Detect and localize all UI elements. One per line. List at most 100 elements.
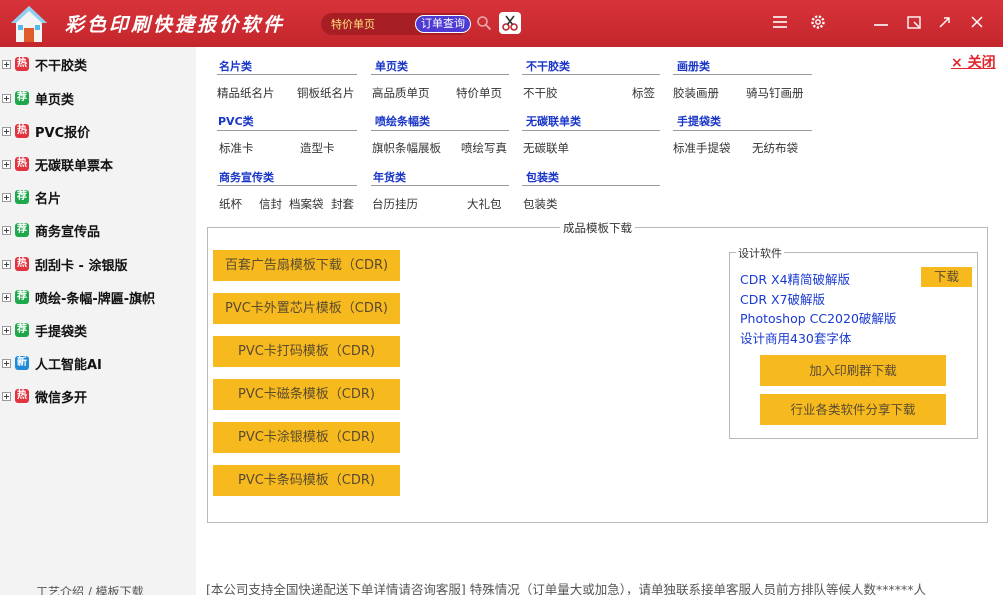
- expand-icon[interactable]: [935, 12, 955, 32]
- template-download-button[interactable]: PVC卡磁条模板（CDR): [213, 379, 400, 410]
- category-divider: [522, 74, 660, 75]
- category-link[interactable]: 标准手提袋: [673, 140, 731, 156]
- home-logo-icon: [11, 6, 47, 42]
- sidebar-item-label: 刮刮卡 - 涂银版: [35, 258, 128, 274]
- expand-toggle-icon[interactable]: [2, 358, 11, 368]
- template-download-button[interactable]: 百套广告扇模板下载（CDR): [213, 250, 400, 281]
- category-link[interactable]: 造型卡: [300, 140, 335, 156]
- category-heading: 商务宣传类: [219, 171, 274, 184]
- sidebar-footer-link[interactable]: 工艺介绍 / 模板下载: [36, 583, 144, 595]
- category-divider: [371, 130, 509, 131]
- category-link[interactable]: 精品纸名片: [217, 85, 275, 101]
- category-link[interactable]: 喷绘写真: [461, 140, 507, 156]
- category-link[interactable]: 信封: [259, 196, 282, 212]
- sidebar-item-wechat[interactable]: 热 微信多开: [2, 385, 87, 407]
- scissors-icon[interactable]: [499, 12, 521, 34]
- hot-badge-icon: 热: [15, 157, 29, 171]
- category-heading: 无碳联单类: [526, 115, 581, 128]
- software-share-download-button[interactable]: 行业各类软件分享下载: [760, 394, 946, 425]
- template-download-button[interactable]: PVC卡条码模板（CDR): [213, 465, 400, 496]
- software-link[interactable]: CDR X7破解版: [740, 289, 825, 308]
- expand-toggle-icon[interactable]: [2, 192, 11, 202]
- category-link[interactable]: 骑马钉画册: [746, 85, 804, 101]
- close-link[interactable]: × 关闭: [951, 52, 996, 72]
- category-link[interactable]: 旗帜条幅展板: [372, 140, 441, 156]
- expand-toggle-icon[interactable]: [2, 59, 11, 69]
- title-bar: 彩色印刷快捷报价软件 特价单页 订单查询: [0, 0, 1003, 47]
- search-input-text[interactable]: 特价单页: [331, 16, 375, 32]
- expand-toggle-icon[interactable]: [2, 225, 11, 235]
- restore-icon[interactable]: [904, 12, 924, 32]
- close-icon[interactable]: [967, 12, 987, 32]
- category-divider: [217, 74, 357, 75]
- category-link[interactable]: 包装类: [523, 196, 558, 212]
- category-link[interactable]: 不干胶: [523, 85, 558, 101]
- expand-toggle-icon[interactable]: [2, 325, 11, 335]
- sidebar-item-label: 名片: [35, 191, 62, 207]
- category-divider: [522, 185, 660, 186]
- sidebar-item-handbag[interactable]: 荐 手提袋类: [2, 319, 87, 341]
- sidebar-item-sticker[interactable]: 热 不干胶类: [2, 53, 87, 75]
- hot-badge-icon: 热: [15, 57, 29, 71]
- template-download-button[interactable]: PVC卡外置芯片模板（CDR): [213, 293, 400, 324]
- software-link[interactable]: CDR X4精简破解版: [740, 269, 850, 288]
- join-print-group-button[interactable]: 加入印刷群下载: [760, 355, 946, 386]
- template-download-button[interactable]: PVC卡涂银模板（CDR): [213, 422, 400, 453]
- template-panel-title: 成品模板下载: [560, 220, 635, 236]
- sidebar-item-business-card[interactable]: 荐 名片: [2, 186, 61, 208]
- sidebar-item-flyer[interactable]: 荐 单页类: [2, 87, 74, 109]
- sidebar-item-scratch-card[interactable]: 热 刮刮卡 - 涂银版: [2, 253, 127, 275]
- software-link[interactable]: 设计商用430套字体: [740, 328, 851, 347]
- sidebar-item-label: 人工智能AI: [35, 357, 102, 373]
- minimize-icon[interactable]: [871, 12, 891, 32]
- expand-toggle-icon[interactable]: [2, 391, 11, 401]
- category-link[interactable]: 标签: [632, 85, 655, 101]
- order-query-button[interactable]: 订单查询: [415, 15, 471, 33]
- hot-badge-icon: 热: [15, 257, 29, 271]
- category-heading: 包装类: [526, 171, 559, 184]
- new-badge-icon: 新: [15, 356, 29, 370]
- menu-icon[interactable]: [770, 12, 790, 32]
- category-link[interactable]: 无碳联单: [523, 140, 569, 156]
- category-link[interactable]: 大礼包: [467, 196, 502, 212]
- category-link[interactable]: 纸杯: [219, 196, 242, 212]
- recommend-badge-icon: 荐: [15, 190, 29, 204]
- app-title: 彩色印刷快捷报价软件: [65, 14, 286, 36]
- category-link[interactable]: 胶装画册: [673, 85, 719, 101]
- sidebar-item-carbonless[interactable]: 热 无碳联单票本: [2, 153, 113, 175]
- sidebar-item-ai[interactable]: 新 人工智能AI: [2, 352, 102, 374]
- sidebar-item-banner[interactable]: 荐 喷绘-条幅-牌匾-旗帜: [2, 286, 155, 308]
- recommend-badge-icon: 荐: [15, 290, 29, 304]
- category-link[interactable]: 铜板纸名片: [297, 85, 355, 101]
- category-link[interactable]: 封套: [331, 196, 354, 212]
- category-link[interactable]: 特价单页: [456, 85, 502, 101]
- expand-toggle-icon[interactable]: [2, 159, 11, 169]
- software-link[interactable]: Photoshop CC2020破解版: [740, 308, 896, 327]
- category-link[interactable]: 高品质单页: [372, 85, 430, 101]
- expand-toggle-icon[interactable]: [2, 126, 11, 136]
- search-icon[interactable]: [476, 15, 492, 31]
- expand-toggle-icon[interactable]: [2, 292, 11, 302]
- expand-toggle-icon[interactable]: [2, 259, 11, 269]
- category-divider: [673, 74, 812, 75]
- category-divider: [217, 185, 357, 186]
- category-divider: [371, 185, 509, 186]
- expand-toggle-icon[interactable]: [2, 93, 11, 103]
- category-link[interactable]: 无纺布袋: [752, 140, 798, 156]
- software-panel-title: 设计软件: [736, 245, 784, 261]
- category-heading: 不干胶类: [526, 60, 570, 73]
- sidebar-item-label: PVC报价: [35, 125, 91, 141]
- gear-icon[interactable]: [808, 12, 828, 32]
- sidebar-item-pvc[interactable]: 热 PVC报价: [2, 120, 90, 142]
- sidebar-item-promo[interactable]: 荐 商务宣传品: [2, 219, 100, 241]
- template-download-button[interactable]: PVC卡打码模板（CDR): [213, 336, 400, 367]
- sidebar-item-label: 不干胶类: [35, 58, 88, 74]
- category-link[interactable]: 台历挂历: [372, 196, 418, 212]
- search-box[interactable]: 特价单页 订单查询: [321, 13, 471, 35]
- category-heading: PVC类: [218, 115, 254, 128]
- sidebar-item-label: 商务宣传品: [35, 224, 101, 240]
- category-link[interactable]: 档案袋: [289, 196, 324, 212]
- recommend-badge-icon: 荐: [15, 223, 29, 237]
- download-button[interactable]: 下载: [921, 267, 972, 287]
- category-link[interactable]: 标准卡: [219, 140, 254, 156]
